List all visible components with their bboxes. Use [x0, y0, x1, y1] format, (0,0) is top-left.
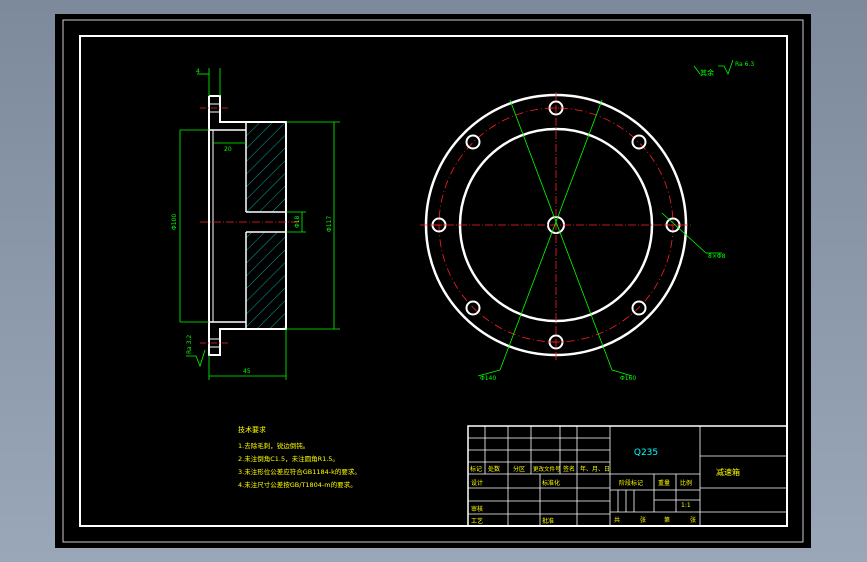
tb-approve: 批准 — [542, 517, 554, 525]
section-hatch-bottom — [246, 232, 286, 329]
notes-title: 技术要求 — [238, 425, 266, 434]
notes-item-3: 3.未注形位公差应符合GB1184-k的要求。 — [238, 467, 361, 476]
tb-standardize: 标准化 — [542, 479, 560, 487]
dim-pcd-right: Φ160 — [620, 375, 636, 382]
notes-item-1: 1.去除毛刺，锐边倒钝。 — [238, 441, 309, 450]
tb-signature: 签名 — [563, 465, 575, 473]
material: Q235 — [634, 448, 658, 458]
tb-change-doc: 更改文件号 — [533, 465, 561, 473]
section-hatch-top — [246, 122, 286, 212]
tb-design: 设计 — [471, 479, 483, 487]
tb-process: 工艺 — [471, 517, 483, 525]
dim-length: 45 — [243, 368, 251, 375]
dim-hole-dia: Φ18 — [294, 215, 301, 228]
tb-count: 处数 — [488, 465, 500, 473]
dim-pcd-left: Φ140 — [480, 375, 496, 382]
cad-drawing-canvas: 4 20 Φ100 Φ18 Φ117 45 Ra 3.2 Φ140 Φ160 8… — [55, 14, 811, 548]
tb-scale-label: 比例 — [680, 479, 692, 487]
tb-sheet-of-2: 张 — [690, 516, 696, 524]
tb-weight: 重量 — [658, 479, 670, 487]
drawing-sheet — [55, 14, 811, 548]
notes-item-2: 2.未注倒角C1.5，未注圆角R1.5。 — [238, 454, 339, 463]
tb-stage-mark: 阶段标记 — [619, 479, 643, 487]
tb-sheet-no: 第 — [664, 516, 670, 524]
tb-scale: 1:1 — [681, 502, 691, 509]
tb-mark: 标记 — [470, 465, 482, 473]
roughness-value: Ra 6.3 — [735, 61, 754, 68]
notes-item-4: 4.未注尺寸公差按GB/T1804-m的要求。 — [238, 480, 357, 489]
roughness-note: 其余 — [700, 68, 714, 77]
dim-holes: 8×Φ8 — [708, 253, 726, 260]
dim-top: 4 — [196, 68, 200, 75]
tb-review: 审核 — [471, 505, 483, 513]
part-name: 减速箱 — [716, 467, 740, 477]
tb-sheet-total: 共 — [614, 516, 620, 524]
tb-zone: 分区 — [513, 465, 525, 473]
tb-date: 年、月、日 — [580, 465, 610, 473]
dim-right-dia: Φ117 — [326, 216, 333, 232]
section-roughness: Ra 3.2 — [186, 335, 193, 354]
dim-left-dia: Φ100 — [171, 214, 178, 230]
tb-sheet-of: 张 — [640, 516, 646, 524]
dim-bore-depth: 20 — [224, 146, 232, 153]
